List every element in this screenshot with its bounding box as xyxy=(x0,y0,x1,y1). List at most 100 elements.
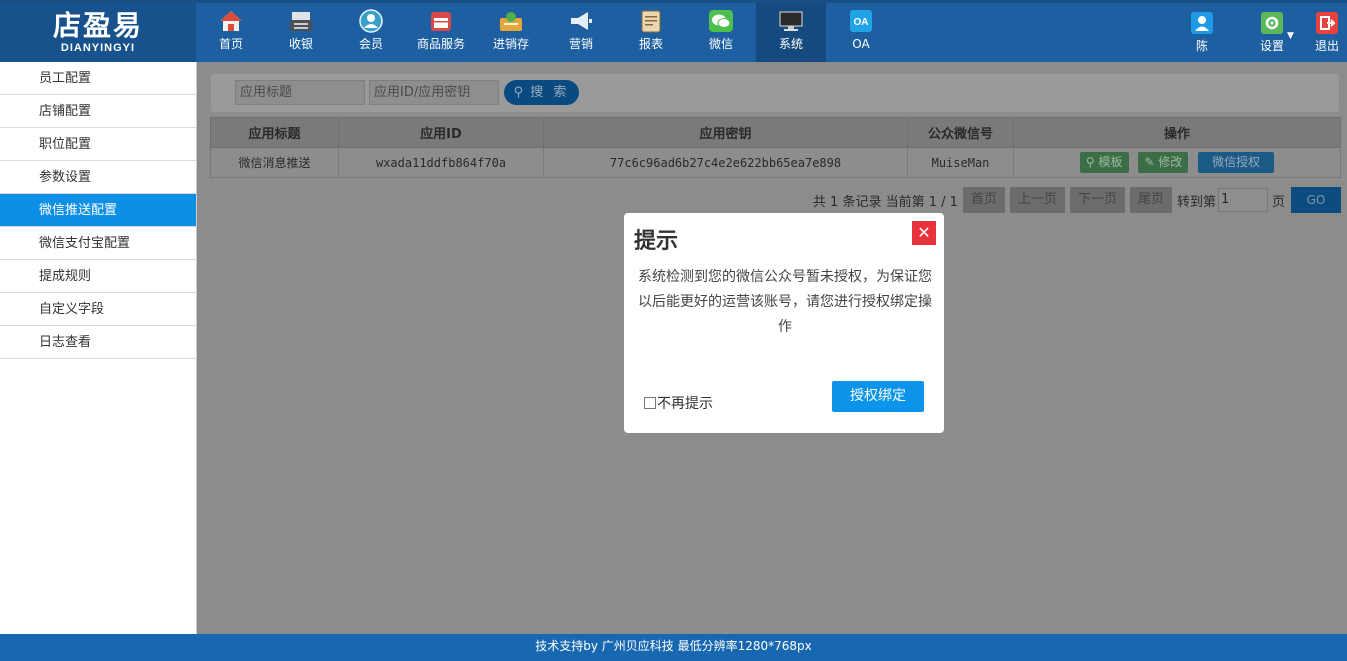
nav-label: 商品服务 xyxy=(416,37,465,51)
nav-label: 会员 xyxy=(358,37,383,51)
sidebar-item-store[interactable]: 店铺配置 xyxy=(0,95,196,128)
nav-item-system[interactable]: 系统 xyxy=(756,3,826,62)
inventory-icon xyxy=(498,9,524,33)
search-icon: ⚲ xyxy=(513,85,524,100)
nav-label: OA xyxy=(852,37,870,51)
megaphone-icon xyxy=(568,9,594,33)
prev-page-button[interactable]: 上一页 xyxy=(1009,187,1065,213)
sidebar-item-payment[interactable]: 微信支付宝配置 xyxy=(0,227,196,260)
cell-actions: ⚲ 模板 ✎ 修改 微信授权 xyxy=(1013,147,1341,178)
page-number-input[interactable]: 1 xyxy=(1217,188,1268,212)
template-label: 模板 xyxy=(1098,155,1123,169)
settings-label: 设置 xyxy=(1259,39,1284,53)
col-header-actions: 操作 xyxy=(1013,117,1341,148)
dialog-title: 提示 xyxy=(634,229,679,254)
cell-wechat: MuiseMan xyxy=(907,147,1014,178)
nav-label: 首页 xyxy=(218,37,243,51)
svg-text:OA: OA xyxy=(854,17,869,28)
sidebar-item-position[interactable]: 职位配置 xyxy=(0,128,196,161)
nav-item-oa[interactable]: OA OA xyxy=(826,3,896,62)
logout-icon xyxy=(1316,12,1338,34)
sidebar-item-custom-fields[interactable]: 自定义字段 xyxy=(0,293,196,326)
cell-app-id: wxada11ddfb864f70a xyxy=(338,147,544,178)
pencil-icon: ✎ xyxy=(1144,155,1155,169)
gear-icon xyxy=(1261,12,1283,34)
nav-item-home[interactable]: 首页 xyxy=(196,3,266,62)
user-icon xyxy=(1191,12,1213,34)
report-icon xyxy=(638,9,664,33)
title-search-input[interactable]: 应用标题 xyxy=(235,80,365,105)
nav-label: 进销存 xyxy=(492,37,529,51)
edit-label: 修改 xyxy=(1158,155,1183,169)
nav-item-goods[interactable]: 商品服务 xyxy=(406,3,476,62)
search-button[interactable]: ⚲ 搜 索 xyxy=(504,80,579,105)
sidebar-item-commission[interactable]: 提成规则 xyxy=(0,260,196,293)
caret-down-icon: ▼ xyxy=(1287,31,1294,41)
nav-label: 系统 xyxy=(778,37,803,51)
home-icon xyxy=(218,9,244,33)
cell-title: 微信消息推送 xyxy=(210,147,339,178)
nav-item-inventory[interactable]: 进销存 xyxy=(476,3,546,62)
sidebar-item-params[interactable]: 参数设置 xyxy=(0,161,196,194)
magnifier-icon: ⚲ xyxy=(1085,155,1095,169)
logo-subtext: DIANYINGYI xyxy=(60,42,136,54)
user-name: 陈 xyxy=(1195,39,1208,53)
nav-item-cashier[interactable]: 收银 xyxy=(266,3,336,62)
id-search-input[interactable]: 应用ID/应用密钥 xyxy=(369,80,499,105)
sidebar-item-staff[interactable]: 员工配置 xyxy=(0,62,196,95)
auth-prompt-dialog: 提示 ✕ 系统检测到您的微信公众号暂未授权，为保证您以后能更好的运营该账号，请您… xyxy=(624,213,944,433)
sidebar-item-wechat-push[interactable]: 微信推送配置 xyxy=(0,194,196,227)
table-row: 微信消息推送 wxada11ddfb864f70a 77c6c96ad6b27c… xyxy=(210,147,1341,178)
nav-item-report[interactable]: 报表 xyxy=(616,3,686,62)
settings-menu[interactable]: 设置 ▼ xyxy=(1237,3,1307,62)
col-header-wechat: 公众微信号 xyxy=(907,117,1014,148)
next-page-button[interactable]: 下一页 xyxy=(1069,187,1125,213)
first-page-button[interactable]: 首页 xyxy=(962,187,1005,213)
user-menu[interactable]: 陈 xyxy=(1167,3,1237,62)
search-bar: 应用标题 应用ID/应用密钥 ⚲ 搜 索 xyxy=(211,74,1339,112)
nav-label: 微信 xyxy=(708,37,733,51)
wechat-icon xyxy=(708,9,734,33)
edit-button[interactable]: ✎ 修改 xyxy=(1138,152,1189,173)
member-icon xyxy=(358,9,384,33)
sidebar-item-logs[interactable]: 日志查看 xyxy=(0,326,196,359)
col-header-app-id: 应用ID xyxy=(338,117,544,148)
last-page-button[interactable]: 尾页 xyxy=(1129,187,1172,213)
goods-icon xyxy=(428,9,454,33)
dont-show-checkbox[interactable] xyxy=(644,397,656,409)
nav-item-wechat[interactable]: 微信 xyxy=(686,3,756,62)
monitor-icon xyxy=(778,9,804,33)
col-header-secret: 应用密钥 xyxy=(543,117,908,148)
page-unit-label: 页 xyxy=(1271,194,1285,210)
col-header-title: 应用标题 xyxy=(210,117,339,148)
pager-summary: 共 1 条记录 当前第 1 / 1 xyxy=(812,194,958,210)
logo-text: 店盈易 xyxy=(52,9,143,42)
oa-icon: OA xyxy=(848,9,874,33)
nav-label: 收银 xyxy=(288,37,313,51)
pagination: 共 1 条记录 当前第 1 / 1 首页 上一页 下一页 尾页 转到第 1 页 … xyxy=(813,187,1341,213)
top-header: 店盈易 DIANYINGYI 首页 收银 会员 商品服务 进销存 营销 报表 微… xyxy=(0,0,1347,62)
nav-item-member[interactable]: 会员 xyxy=(336,3,406,62)
dont-show-again[interactable]: 不再提示 xyxy=(644,393,713,413)
dont-show-label: 不再提示 xyxy=(657,396,713,412)
authorize-bind-button[interactable]: 授权绑定 xyxy=(832,381,924,412)
cashier-icon xyxy=(288,9,314,33)
footer: 技术支持by 广州贝应科技 最低分辨率1280*768px xyxy=(0,634,1347,661)
main-nav: 首页 收银 会员 商品服务 进销存 营销 报表 微信 系统 OA OA xyxy=(196,3,896,62)
logo[interactable]: 店盈易 DIANYINGYI xyxy=(0,3,196,62)
nav-label: 营销 xyxy=(568,37,593,51)
logout-label: 退出 xyxy=(1314,39,1339,53)
sidebar: 员工配置 店铺配置 职位配置 参数设置 微信推送配置 微信支付宝配置 提成规则 … xyxy=(0,62,197,634)
dialog-message: 系统检测到您的微信公众号暂未授权，为保证您以后能更好的运营该账号，请您进行授权绑… xyxy=(638,269,932,335)
user-nav: 陈 设置 ▼ 退出 xyxy=(1167,3,1347,62)
cell-secret: 77c6c96ad6b27c4e2e622bb65ea7e898 xyxy=(543,147,908,178)
template-button[interactable]: ⚲ 模板 xyxy=(1079,152,1129,173)
app-table: 应用标题 应用ID 应用密钥 公众微信号 操作 微信消息推送 wxada11dd… xyxy=(210,117,1341,178)
wechat-auth-button[interactable]: 微信授权 xyxy=(1198,152,1275,173)
logout-button[interactable]: 退出 xyxy=(1307,3,1347,62)
go-button[interactable]: GO xyxy=(1291,187,1341,213)
close-icon[interactable]: ✕ xyxy=(912,221,936,245)
nav-item-marketing[interactable]: 营销 xyxy=(546,3,616,62)
search-button-label: 搜 索 xyxy=(530,85,570,100)
nav-label: 报表 xyxy=(638,37,663,51)
